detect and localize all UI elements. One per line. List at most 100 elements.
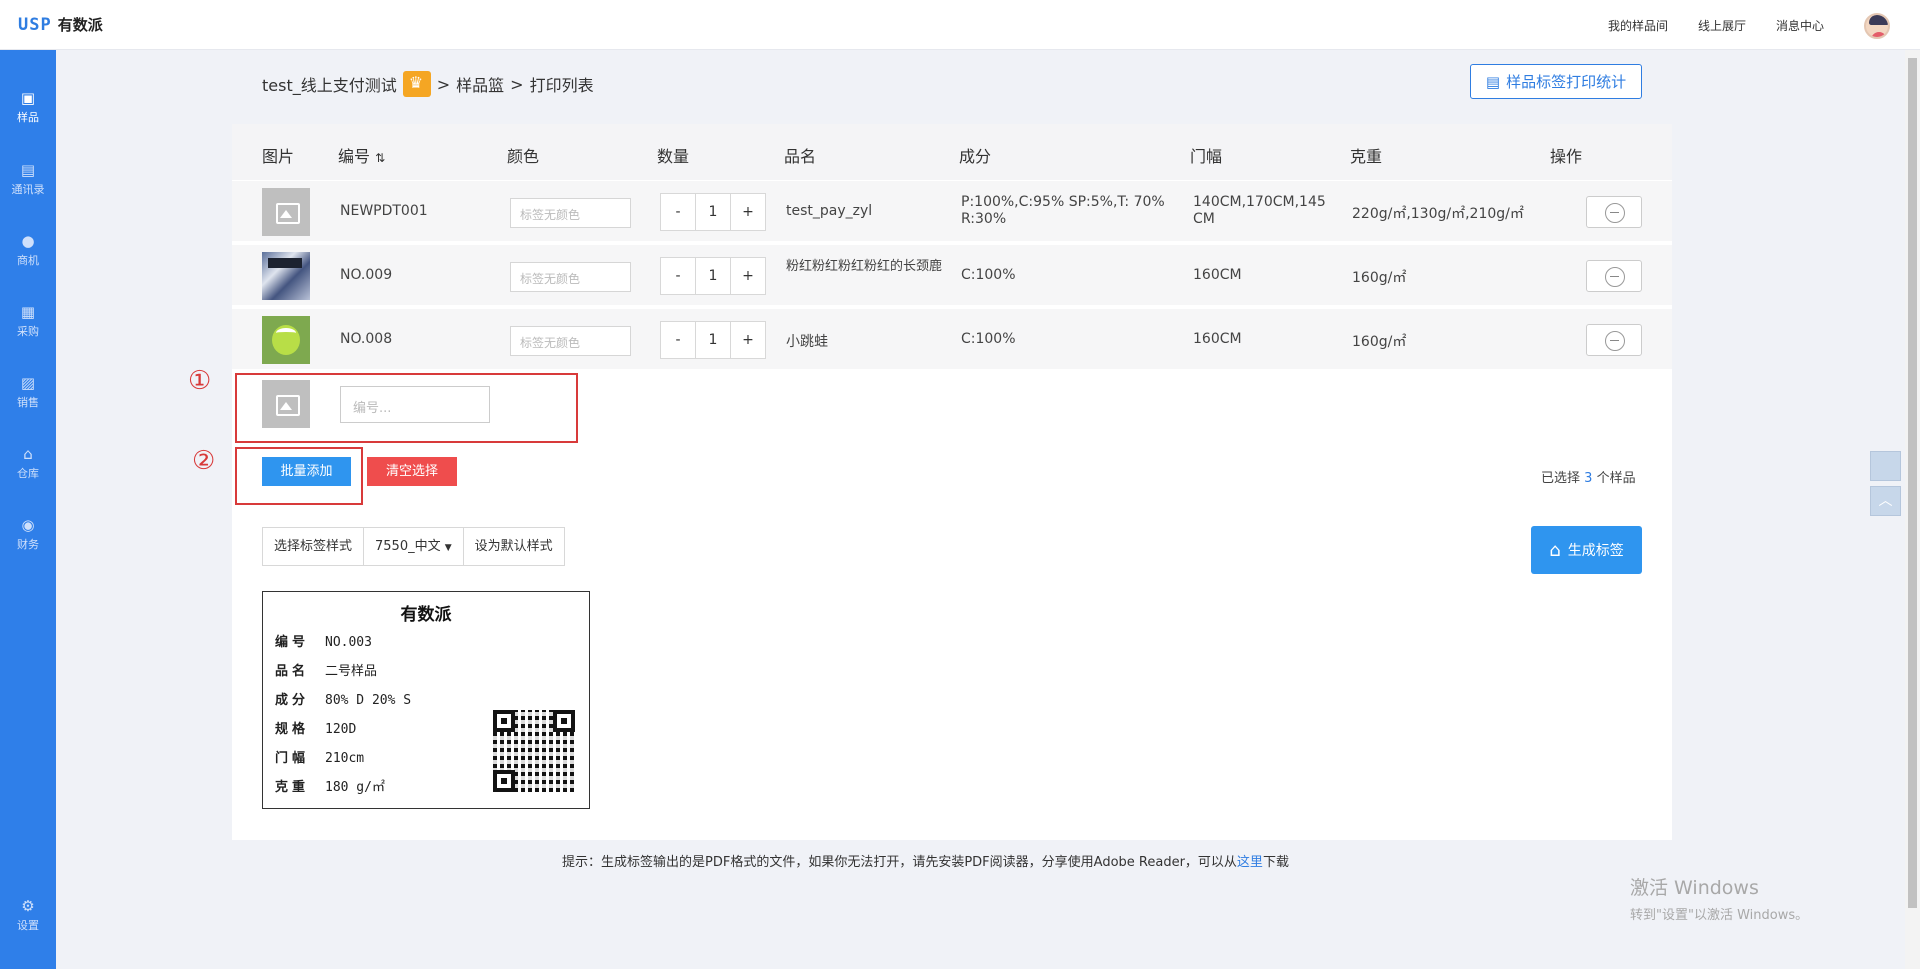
row-composition: C:100% [961, 267, 1016, 283]
breadcrumb-shop[interactable]: test_线上支付测试 [262, 72, 397, 96]
back-to-top-button[interactable]: ︿ [1870, 486, 1901, 516]
breadcrumb-sample-basket[interactable]: 样品篮 [456, 72, 504, 96]
annotation-number-2: ② [192, 446, 216, 476]
sidebar-item-label: 通讯录 [11, 183, 45, 196]
crown-icon [402, 71, 431, 97]
row-code: NO.009 [340, 267, 393, 283]
sample-icon: ▣ [20, 89, 36, 107]
color-input[interactable]: 标签无颜色 [510, 262, 631, 292]
qty-plus-button[interactable]: + [731, 194, 765, 230]
set-default-style-button[interactable]: 设为默认样式 [464, 528, 564, 565]
color-input[interactable]: 标签无颜色 [510, 198, 631, 228]
sidebar-item-label: 销售 [17, 396, 39, 409]
chevron-up-icon: ︿ [1878, 493, 1893, 509]
document-icon: ▤ [1485, 72, 1501, 91]
remove-button[interactable] [1586, 196, 1642, 228]
breadcrumb: test_线上支付测试 > 样品篮 > 打印列表 [262, 71, 594, 97]
selected-prefix: 已选择 [1541, 471, 1581, 486]
selected-count: 已选择 3 个样品 [1541, 467, 1636, 486]
sidebar-item-label: 财务 [17, 538, 39, 551]
qty-input[interactable]: 1 [695, 322, 731, 358]
qr-float-button[interactable] [1870, 451, 1901, 481]
tip-suffix: 下载 [1262, 855, 1289, 870]
watermark-line2: 转到"设置"以激活 Windows。 [1630, 908, 1809, 923]
label-field: 成分 80% D 20% S [275, 689, 411, 708]
batch-add-button[interactable]: 批量添加 [262, 457, 351, 486]
header-code-label: 编号 [338, 147, 371, 166]
breadcrumb-separator: > [436, 74, 451, 94]
logo-text: 有数派 [57, 16, 103, 34]
selected-number: 3 [1584, 471, 1593, 486]
sort-icon[interactable]: ⇅ [375, 151, 385, 165]
label-field-value: 180 g/㎡ [325, 780, 385, 795]
download-link[interactable]: 这里 [1237, 855, 1263, 870]
header-operation: 操作 [1550, 147, 1583, 166]
sidebar-item-purchase[interactable]: ▦ 采购 [0, 286, 56, 344]
label-field-key: 编号 [275, 635, 310, 650]
sidebar-item-opportunity[interactable]: ● 商机 [0, 215, 56, 273]
row-code: NO.008 [340, 331, 393, 347]
header-quantity: 数量 [657, 147, 690, 166]
nav-online-showroom[interactable]: 线上展厅 [1698, 17, 1746, 34]
annotation-number-1: ① [188, 366, 212, 396]
caret-down-icon: ▼ [444, 543, 452, 553]
user-avatar[interactable] [1864, 13, 1890, 39]
row-composition: C:100% [961, 331, 1016, 347]
frog-thumbnail[interactable] [262, 316, 310, 364]
row-width: 140CM,170CM,145CM [1193, 194, 1326, 227]
remove-button[interactable] [1586, 324, 1642, 356]
table-row: NO.008 标签无颜色 - 1 + 小跳蛙 C:100% 160CM 160g… [232, 309, 1672, 371]
label-style-value: 7550_中文 [375, 539, 441, 554]
label-field-value: 210cm [325, 751, 365, 766]
top-bar: USP 有数派 我的样品间 线上展厅 消息中心 [0, 0, 1920, 50]
qty-minus-button[interactable]: - [661, 258, 695, 294]
qty-input[interactable]: 1 [695, 258, 731, 294]
sidebar-item-label: 商机 [17, 254, 39, 267]
row-product-name: 粉红粉红粉红粉红的长颈鹿 [786, 259, 943, 274]
breadcrumb-separator: > [510, 74, 524, 94]
row-code: NEWPDT001 [340, 203, 428, 219]
qty-input[interactable]: 1 [695, 194, 731, 230]
logo[interactable]: USP 有数派 [18, 14, 103, 35]
qty-plus-button[interactable]: + [731, 258, 765, 294]
qty-plus-button[interactable]: + [731, 322, 765, 358]
sidebar-item-warehouse[interactable]: ⌂ 仓库 [0, 428, 56, 486]
image-placeholder-icon[interactable] [262, 188, 310, 236]
sidebar-item-sales[interactable]: ▨ 销售 [0, 357, 56, 415]
qty-minus-button[interactable]: - [661, 194, 695, 230]
fabric-thumbnail[interactable] [262, 252, 310, 300]
windows-activation-watermark: 激活 Windows 转到"设置"以激活 Windows。 [1630, 873, 1808, 923]
tag-icon: ⌂ [1549, 539, 1561, 561]
choose-label-style-button[interactable]: 选择标签样式 [263, 528, 365, 565]
header-width: 门幅 [1190, 147, 1223, 166]
header-image: 图片 [262, 147, 295, 166]
label-field: 克重 180 g/㎡ [275, 776, 385, 795]
annotation-box-1 [235, 373, 578, 443]
qty-minus-button[interactable]: - [661, 322, 695, 358]
clear-selection-button[interactable]: 清空选择 [367, 457, 457, 486]
opportunity-icon: ● [21, 232, 35, 250]
pdf-tip: 提示：生成标签输出的是PDF格式的文件，如果你无法打开，请先安装PDF阅读器，分… [562, 851, 1289, 870]
nav-my-sample-room[interactable]: 我的样品间 [1608, 17, 1668, 34]
scrollbar-thumb[interactable] [1908, 58, 1917, 908]
label-field-value: 120D [325, 722, 357, 737]
nav-message-center[interactable]: 消息中心 [1776, 17, 1824, 34]
color-input[interactable]: 标签无颜色 [510, 326, 631, 356]
sidebar-item-label: 样品 [17, 111, 39, 124]
generate-label-button[interactable]: ⌂ 生成标签 [1531, 526, 1642, 574]
label-style-dropdown[interactable]: 7550_中文 ▼ [364, 528, 464, 565]
sidebar-item-finance[interactable]: ◉ 财务 [0, 499, 56, 557]
label-style-group: 选择标签样式 7550_中文 ▼ 设为默认样式 [262, 527, 565, 566]
label-field-key: 品名 [275, 664, 310, 679]
sidebar-item-label: 仓库 [17, 467, 39, 480]
header-code[interactable]: 编号 ⇅ [338, 143, 385, 167]
label-field-key: 规格 [275, 722, 310, 737]
sidebar-item-sample[interactable]: ▣ 样品 [0, 72, 56, 130]
warehouse-icon: ⌂ [23, 445, 33, 463]
sidebar-item-contacts[interactable]: ▤ 通讯录 [0, 144, 56, 202]
sidebar-item-label: 设置 [17, 919, 39, 932]
print-stats-button[interactable]: ▤ 样品标签打印统计 [1470, 64, 1642, 99]
remove-button[interactable] [1586, 260, 1642, 292]
quantity-stepper: - 1 + [660, 257, 766, 295]
sidebar-item-settings[interactable]: ⚙ 设置 [0, 880, 56, 938]
